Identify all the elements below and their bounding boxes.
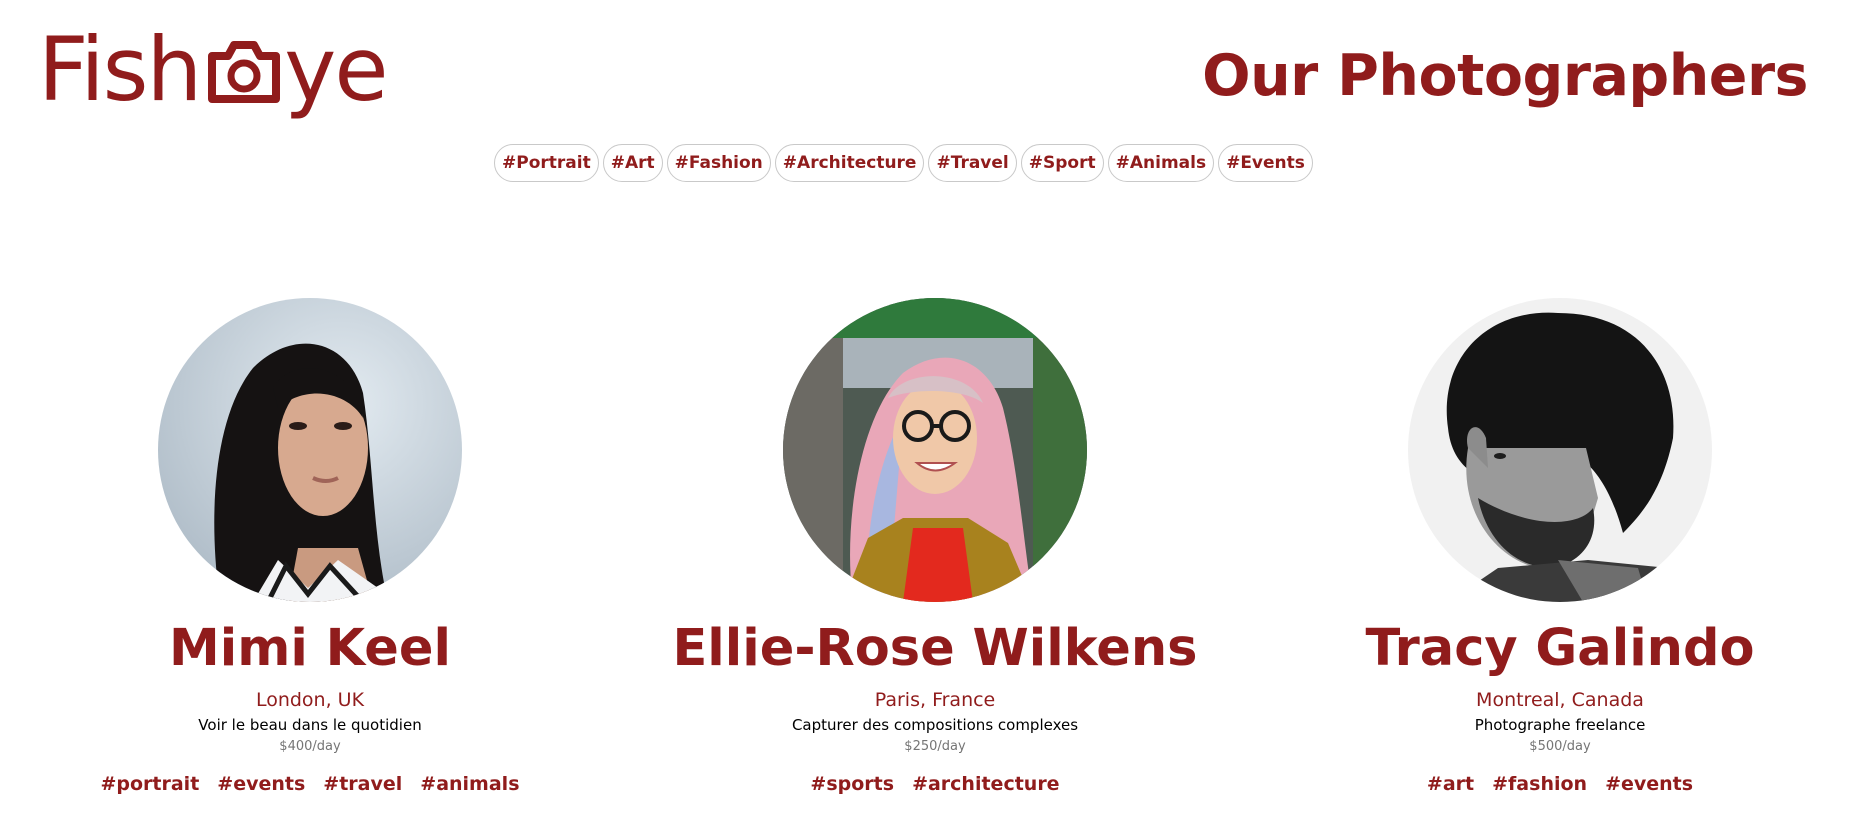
photographer-tagline: Voir le beau dans le quotidien: [198, 716, 422, 734]
photographer-tag[interactable]: #events: [1605, 771, 1693, 797]
tag-filter-nav: #Portrait #Art #Fashion #Architecture #T…: [494, 144, 1313, 182]
photographer-location: Paris, France: [874, 689, 996, 711]
photographer-tags: #sports #architecture: [625, 771, 1245, 797]
photographer-tag[interactable]: #architecture: [912, 771, 1060, 797]
filter-tag-sport[interactable]: #Sport: [1020, 144, 1104, 182]
photographer-card: Mimi Keel London, UK Voir le beau dans l…: [0, 298, 620, 797]
photographer-name: Ellie-Rose Wilkens: [672, 619, 1198, 678]
photographer-profile-link[interactable]: Tracy Galindo: [1250, 298, 1870, 682]
photographer-price: $500/day: [1529, 739, 1591, 754]
photographer-name: Tracy Galindo: [1365, 619, 1755, 678]
photographer-tagline: Photographe freelance: [1474, 716, 1646, 734]
photographer-location: London, UK: [255, 689, 365, 711]
photographer-portrait[interactable]: [158, 298, 462, 602]
photographer-tagline: Capturer des compositions complexes: [791, 716, 1079, 734]
photographer-tags: #portrait #events #travel #animals: [0, 771, 620, 797]
fisheye-logo[interactable]: Fish ye: [38, 18, 389, 125]
camera-icon: [208, 41, 281, 103]
photographer-tag[interactable]: #art: [1427, 771, 1474, 797]
photographer-card: Tracy Galindo Montreal, Canada Photograp…: [1250, 298, 1870, 797]
photographer-tag[interactable]: #travel: [323, 771, 402, 797]
filter-tag-architecture[interactable]: #Architecture: [774, 144, 925, 182]
photographer-price: $250/day: [904, 739, 966, 754]
photographer-portrait[interactable]: [1408, 298, 1712, 602]
photographer-tag[interactable]: #portrait: [100, 771, 199, 797]
page-title: Our Photographers: [1202, 43, 1808, 109]
photographer-location: Montreal, Canada: [1476, 689, 1644, 711]
photographer-name: Mimi Keel: [169, 619, 451, 678]
filter-tag-travel[interactable]: #Travel: [928, 144, 1017, 182]
filter-tag-portrait[interactable]: #Portrait: [494, 144, 599, 182]
filter-tag-fashion[interactable]: #Fashion: [666, 144, 771, 182]
photographer-portrait[interactable]: [783, 298, 1087, 602]
photographer-tag[interactable]: #animals: [420, 771, 519, 797]
photographer-price: $400/day: [279, 739, 341, 754]
logo-text-ye: ye: [284, 18, 388, 121]
photographer-profile-link[interactable]: Mimi Keel: [0, 298, 620, 682]
filter-tag-animals[interactable]: #Animals: [1107, 144, 1215, 182]
photographer-tags: #art #fashion #events: [1250, 771, 1870, 797]
filter-tag-events[interactable]: #Events: [1218, 144, 1313, 182]
photographer-profile-link[interactable]: Ellie-Rose Wilkens: [625, 298, 1245, 682]
logo-text-fish: Fish: [38, 18, 202, 121]
photographer-card: Ellie-Rose Wilkens Paris, France Capture…: [625, 298, 1245, 797]
photographer-tag[interactable]: #sports: [810, 771, 894, 797]
photographer-tag[interactable]: #fashion: [1492, 771, 1587, 797]
photographer-tag[interactable]: #events: [217, 771, 305, 797]
filter-tag-art[interactable]: #Art: [602, 144, 663, 182]
